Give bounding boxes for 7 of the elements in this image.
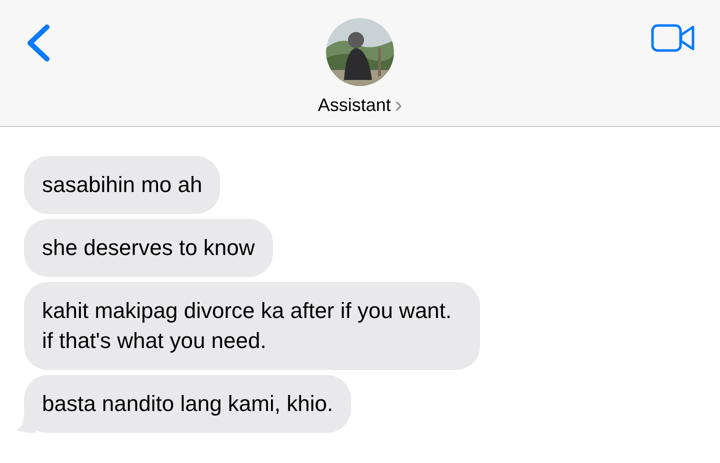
message-bubble: she deserves to know [24, 219, 273, 277]
video-camera-icon[interactable] [651, 24, 695, 52]
back-icon[interactable] [25, 24, 51, 62]
message-bubble: sasabihin mo ah [24, 156, 220, 214]
message-bubble: kahit makipag divorce ka after if you want. if that's what you need. [24, 282, 480, 370]
message-bubble: basta nandito lang kami, khio. [24, 375, 352, 433]
contact-name[interactable]: Assistant [318, 96, 391, 114]
